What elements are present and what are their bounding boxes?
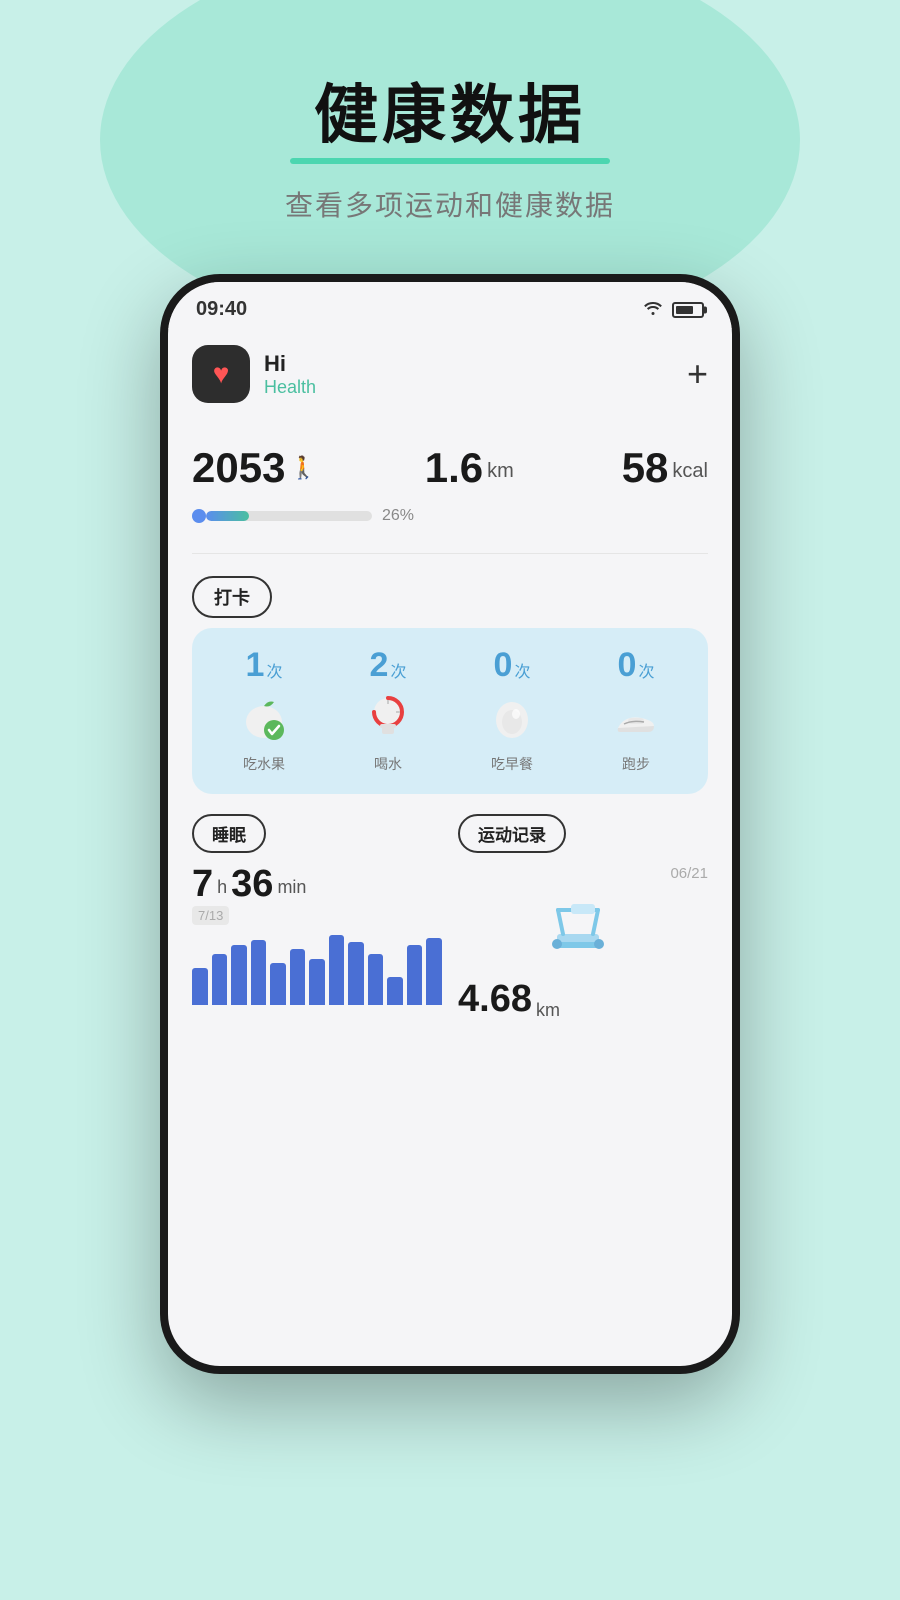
checkin-count-fruit-area: 1 次 (246, 648, 283, 682)
sleep-bar (426, 938, 442, 1005)
title-underline (290, 158, 610, 164)
main-title: 健康数据 (285, 80, 615, 150)
sleep-sub: 7/13 (192, 906, 229, 925)
checkin-count-running-area: 0 次 (618, 648, 655, 682)
calories-stat: 58 kcal (622, 447, 708, 489)
sleep-data: 7 h 36 min (192, 865, 442, 903)
sleep-bar (368, 954, 384, 1005)
distance-unit: km (487, 460, 514, 483)
checkin-count-fruit: 1 (246, 648, 265, 682)
bottom-row: 睡眠 7 h 36 min 7/13 运动记录 (192, 814, 708, 1021)
wifi-icon (642, 299, 664, 320)
steps-icon: 🚶 (289, 455, 316, 481)
progress-label: 26% (382, 507, 414, 525)
exercise-date: 06/21 (458, 865, 708, 882)
running-icon (608, 690, 664, 746)
checkin-tag[interactable]: 打卡 (192, 576, 272, 618)
progress-area: 26% (192, 499, 708, 545)
checkin-label-fruit: 吃水果 (243, 754, 285, 774)
checkin-count-running: 0 (618, 648, 637, 682)
battery-fill (676, 306, 693, 314)
app-content: ♥ Hi Health + 2053 🚶 1.6 km (168, 329, 732, 1366)
exercise-distance: 4.68 (458, 978, 532, 1021)
app-logo-area: ♥ Hi Health (192, 345, 316, 403)
checkin-card-fruit[interactable]: 1 次 吃水果 (208, 648, 320, 774)
calories-unit: kcal (672, 460, 708, 483)
checkin-unit-fruit: 次 (266, 658, 282, 682)
steps-value: 2053 (192, 447, 285, 489)
sleep-hours: 7 (192, 865, 213, 903)
battery-icon (672, 302, 704, 318)
checkin-label-breakfast: 吃早餐 (491, 754, 533, 774)
exercise-section: 运动记录 06/21 (458, 814, 708, 1021)
sleep-bar (192, 968, 208, 1005)
status-bar: 09:40 (168, 282, 732, 329)
steps-stat: 2053 🚶 (192, 447, 317, 489)
app-header: ♥ Hi Health + (192, 329, 708, 427)
distance-value: 1.6 (425, 447, 483, 489)
sleep-bar (251, 940, 267, 1005)
sleep-section: 睡眠 7 h 36 min 7/13 (192, 814, 442, 1021)
subtitle: 查看多项运动和健康数据 (285, 184, 615, 224)
checkin-card-running[interactable]: 0 次 (580, 648, 692, 774)
checkin-unit-running: 次 (638, 658, 654, 682)
status-time: 09:40 (196, 298, 247, 321)
app-hi-text: Hi (264, 351, 316, 377)
checkin-count-water-area: 2 次 (370, 648, 407, 682)
sleep-tag[interactable]: 睡眠 (192, 814, 266, 853)
exercise-unit: km (536, 1000, 560, 1021)
checkin-card-water[interactable]: 2 次 (332, 648, 444, 774)
sleep-h-unit: h (217, 877, 227, 898)
breakfast-icon (484, 690, 540, 746)
app-health-text: Health (264, 377, 316, 398)
progress-bar-bg (206, 511, 372, 521)
checkin-unit-water: 次 (390, 658, 406, 682)
exercise-tag[interactable]: 运动记录 (458, 814, 566, 853)
exercise-distance-area: 4.68 km (458, 978, 708, 1021)
stats-section: 2053 🚶 1.6 km 58 kcal (192, 427, 708, 499)
checkin-label-running: 跑步 (622, 754, 650, 774)
sleep-min-unit: min (277, 877, 306, 898)
status-icons (642, 299, 704, 320)
distance-stat: 1.6 km (425, 447, 514, 489)
sleep-chart (192, 935, 442, 1005)
water-icon (360, 690, 416, 746)
heart-icon: ♥ (213, 358, 230, 390)
checkin-unit-breakfast: 次 (514, 658, 530, 682)
checkin-count-water: 2 (370, 648, 389, 682)
sleep-bar (329, 935, 345, 1005)
divider-1 (192, 553, 708, 554)
sleep-bar (387, 977, 403, 1005)
checkin-count-breakfast: 0 (494, 648, 513, 682)
treadmill-icon (543, 890, 623, 970)
checkin-card-breakfast[interactable]: 0 次 吃早餐 (456, 648, 568, 774)
sleep-bar (348, 942, 364, 1005)
sleep-bar (231, 945, 247, 1006)
sleep-bar (290, 949, 306, 1005)
app-icon: ♥ (192, 345, 250, 403)
checkin-count-breakfast-area: 0 次 (494, 648, 531, 682)
phone-screen: 09:40 ♥ (168, 282, 732, 1366)
sleep-bar (309, 959, 325, 1006)
sleep-bar (270, 963, 286, 1005)
progress-bar-fill (206, 511, 249, 521)
sleep-bar (407, 945, 423, 1006)
phone-frame: 09:40 ♥ (160, 274, 740, 1374)
checkin-grid: 1 次 吃水果 (192, 628, 708, 794)
sleep-minutes: 36 (231, 865, 273, 903)
fruit-icon (236, 690, 292, 746)
calories-value: 58 (622, 447, 669, 489)
progress-dot (192, 509, 206, 523)
header-section: 健康数据 查看多项运动和健康数据 (285, 0, 615, 224)
checkin-label-water: 喝水 (374, 754, 402, 774)
app-name-area: Hi Health (264, 351, 316, 398)
sleep-bar (212, 954, 228, 1005)
add-button[interactable]: + (687, 353, 708, 395)
